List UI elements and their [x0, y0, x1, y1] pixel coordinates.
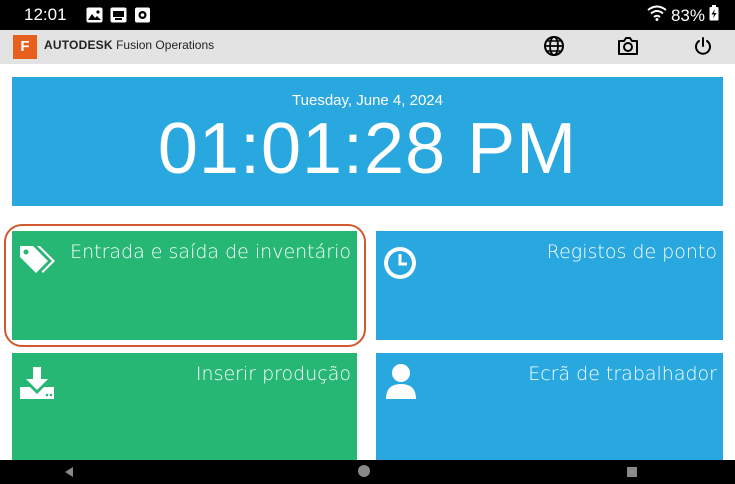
tile-inventory[interactable]: Entrada e saída de inventário [12, 231, 357, 340]
back-icon [63, 463, 75, 482]
brand-name: AUTODESK Fusion Operations [44, 38, 214, 52]
tile-worker-screen[interactable]: Ecrã de trabalhador [376, 353, 723, 460]
status-bar: 12:01 83% [0, 0, 735, 30]
image-icon [86, 7, 103, 23]
tile-worker-screen-label: Ecrã de trabalhador [528, 363, 717, 385]
recents-icon [626, 463, 638, 482]
tile-time-records-label: Registos de ponto [546, 241, 717, 263]
recents-button[interactable] [624, 464, 640, 480]
download-icon [18, 365, 56, 403]
tags-icon [18, 243, 56, 281]
globe-icon [543, 35, 565, 61]
battery-text: 83% [670, 5, 705, 25]
camera-button[interactable] [615, 35, 641, 61]
nav-bar [0, 460, 735, 484]
brand-strong: AUTODESK [44, 38, 113, 52]
wifi-icon [647, 5, 667, 26]
status-time: 12:01 [24, 5, 67, 24]
tile-production-label: Inserir produção [195, 363, 351, 385]
brand-product: Fusion Operations [116, 38, 215, 52]
battery-charging-icon [709, 5, 719, 26]
tile-inventory-label: Entrada e saída de inventário [70, 241, 351, 263]
sd-icon [134, 7, 151, 23]
home-button[interactable] [356, 464, 372, 480]
fusion-logo: F [13, 35, 37, 59]
clock-panel: Tuesday, June 4, 2024 01:01:28 PM [12, 77, 723, 206]
user-icon [384, 363, 422, 401]
app-header: F AUTODESK Fusion Operations [0, 30, 735, 64]
status-right: 83% [647, 5, 719, 26]
power-button[interactable] [690, 35, 716, 61]
tile-time-records[interactable]: Registos de ponto [376, 231, 723, 340]
clock-icon [382, 245, 420, 283]
language-button[interactable] [541, 35, 567, 61]
home-icon [357, 463, 371, 482]
clock-time: 01:01:28 PM [157, 109, 578, 189]
tile-production[interactable]: Inserir produção [12, 353, 357, 460]
power-icon [693, 36, 713, 60]
back-button[interactable] [61, 464, 77, 480]
camera-icon [617, 36, 639, 60]
clock-date: Tuesday, June 4, 2024 [292, 92, 443, 109]
cast-icon [110, 7, 127, 23]
